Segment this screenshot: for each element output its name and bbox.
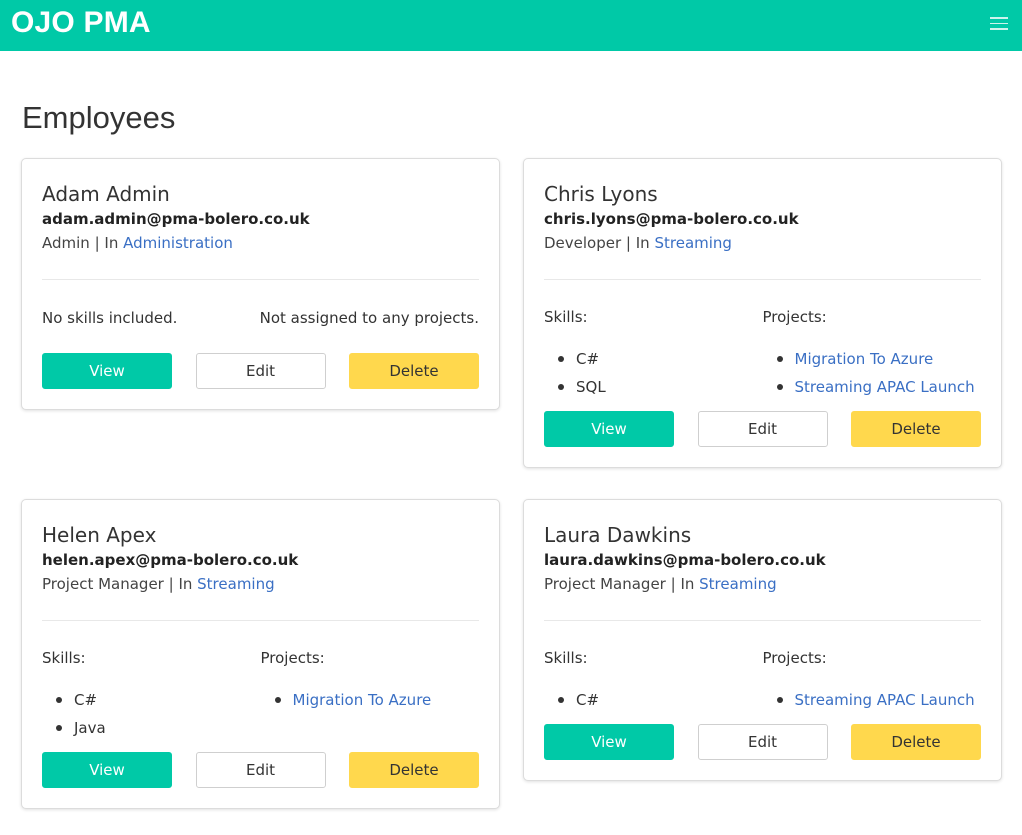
hamburger-menu-icon[interactable] [990, 17, 1008, 31]
employee-card: Chris Lyons chris.lyons@pma-bolero.co.uk… [523, 158, 1002, 468]
in-label: In [635, 234, 650, 252]
skills-list: C# [544, 686, 763, 714]
card-divider [42, 279, 479, 280]
department-link[interactable]: Administration [123, 234, 233, 252]
employee-role-line: Admin | In Administration [42, 234, 233, 252]
in-label: In [178, 575, 193, 593]
employee-email: helen.apex@pma-bolero.co.uk [42, 551, 299, 569]
project-item: Streaming APAC Launch [763, 373, 982, 401]
card-actions: View Edit Delete [544, 724, 981, 760]
edit-button[interactable]: Edit [195, 353, 326, 389]
skills-column: Skills: C# [544, 647, 763, 714]
employee-name: Chris Lyons [544, 182, 658, 206]
projects-column: Projects: Streaming APAC Launch [763, 647, 982, 714]
projects-label: Projects: [762, 308, 827, 326]
card-actions: View Edit Delete [544, 411, 981, 447]
no-projects-text: Not assigned to any projects. [259, 309, 479, 327]
view-button[interactable]: View [42, 752, 172, 788]
department-link[interactable]: Streaming [197, 575, 274, 593]
employee-card: Laura Dawkins laura.dawkins@pma-bolero.c… [523, 499, 1002, 781]
card-actions: View Edit Delete [42, 752, 479, 788]
card-divider [544, 279, 981, 280]
in-label: In [680, 575, 695, 593]
delete-button[interactable]: Delete [851, 411, 981, 447]
projects-column: Projects: Migration To Azure Streaming A… [763, 306, 982, 401]
skill-item: Java [42, 714, 261, 742]
skills-label: Skills: [544, 308, 588, 326]
empty-info-row: No skills included. Not assigned to any … [42, 306, 479, 330]
projects-column: Projects: Migration To Azure [261, 647, 480, 742]
project-link[interactable]: Migration To Azure [795, 350, 934, 368]
projects-list: Migration To Azure [261, 686, 480, 714]
skill-item: C# [544, 345, 763, 373]
project-link[interactable]: Migration To Azure [293, 691, 432, 709]
page-title: Employees [22, 100, 176, 135]
employee-name: Laura Dawkins [544, 523, 692, 547]
view-button[interactable]: View [42, 353, 172, 389]
projects-label: Projects: [762, 649, 827, 667]
card-divider [42, 620, 479, 621]
card-actions: View Edit Delete [42, 353, 479, 389]
skills-column: Skills: C# SQL [544, 306, 763, 401]
in-label: In [104, 234, 119, 252]
delete-button[interactable]: Delete [851, 724, 981, 760]
project-link[interactable]: Streaming APAC Launch [795, 691, 975, 709]
employee-email: laura.dawkins@pma-bolero.co.uk [544, 551, 826, 569]
skills-list: C# Java [42, 686, 261, 742]
project-link[interactable]: Streaming APAC Launch [795, 378, 975, 396]
skill-item: SQL [544, 373, 763, 401]
edit-button[interactable]: Edit [195, 752, 326, 788]
view-button[interactable]: View [544, 724, 674, 760]
no-skills-text: No skills included. [42, 309, 178, 327]
department-link[interactable]: Streaming [654, 234, 731, 252]
view-button[interactable]: View [544, 411, 674, 447]
department-link[interactable]: Streaming [699, 575, 776, 593]
skill-item: C# [42, 686, 261, 714]
skills-label: Skills: [42, 649, 86, 667]
employee-card: Adam Admin adam.admin@pma-bolero.co.uk A… [21, 158, 500, 410]
employee-role: Developer [544, 234, 622, 252]
skills-label: Skills: [544, 649, 588, 667]
project-item: Migration To Azure [261, 686, 480, 714]
delete-button[interactable]: Delete [349, 353, 479, 389]
skills-projects-section: Skills: C# SQL Projects: Migration To Az… [544, 306, 981, 401]
employee-role-line: Developer | In Streaming [544, 234, 732, 252]
projects-list: Streaming APAC Launch [763, 686, 982, 714]
skills-projects-section: Skills: C# Java Projects: Migration To A… [42, 647, 479, 742]
skills-projects-section: Skills: C# Projects: Streaming APAC Laun… [544, 647, 981, 714]
project-item: Streaming APAC Launch [763, 686, 982, 714]
employee-role-line: Project Manager | In Streaming [544, 575, 777, 593]
skills-column: Skills: C# Java [42, 647, 261, 742]
employee-card: Helen Apex helen.apex@pma-bolero.co.uk P… [21, 499, 500, 809]
employee-email: adam.admin@pma-bolero.co.uk [42, 210, 310, 228]
edit-button[interactable]: Edit [697, 724, 828, 760]
employee-email: chris.lyons@pma-bolero.co.uk [544, 210, 799, 228]
project-item: Migration To Azure [763, 345, 982, 373]
employee-role: Project Manager [42, 575, 164, 593]
card-divider [544, 620, 981, 621]
projects-label: Projects: [260, 649, 325, 667]
edit-button[interactable]: Edit [697, 411, 828, 447]
skill-item: C# [544, 686, 763, 714]
employee-role: Admin [42, 234, 90, 252]
top-navbar: OJO PMA [0, 0, 1022, 51]
employee-name: Adam Admin [42, 182, 170, 206]
employee-role-line: Project Manager | In Streaming [42, 575, 275, 593]
employee-role: Project Manager [544, 575, 666, 593]
delete-button[interactable]: Delete [349, 752, 479, 788]
brand-logo[interactable]: OJO PMA [11, 6, 151, 40]
skills-list: C# SQL [544, 345, 763, 401]
projects-list: Migration To Azure Streaming APAC Launch [763, 345, 982, 401]
employee-name: Helen Apex [42, 523, 157, 547]
